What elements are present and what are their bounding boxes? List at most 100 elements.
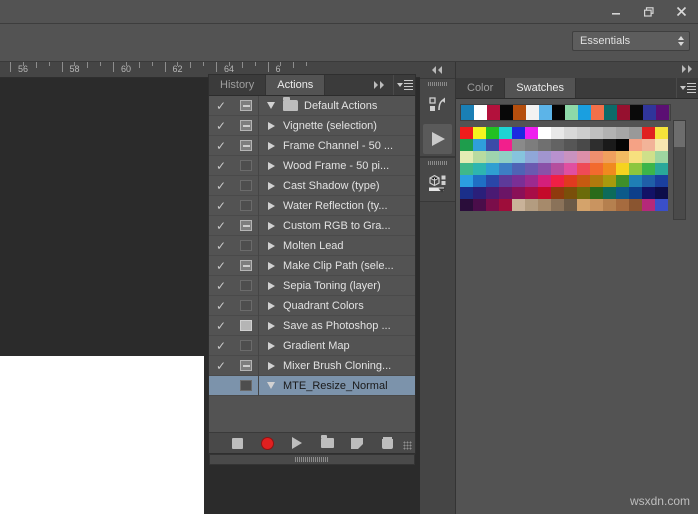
color-swatch[interactable] xyxy=(577,175,590,187)
color-swatch[interactable] xyxy=(499,199,512,211)
action-row[interactable]: ✓Water Reflection (ty... xyxy=(209,196,415,216)
modal-dialog-toggle[interactable] xyxy=(233,376,259,396)
color-swatch[interactable] xyxy=(499,175,512,187)
color-swatch[interactable] xyxy=(499,127,512,139)
color-swatch[interactable] xyxy=(564,175,577,187)
color-swatch[interactable] xyxy=(603,139,616,151)
color-swatch[interactable] xyxy=(551,127,564,139)
color-swatch[interactable] xyxy=(577,151,590,163)
recent-color-swatch[interactable] xyxy=(474,105,487,120)
dock-group-handle-2[interactable] xyxy=(420,158,455,167)
disclosure-triangle[interactable] xyxy=(259,362,283,370)
history-icon[interactable] xyxy=(420,88,455,122)
action-toggle-checkbox[interactable]: ✓ xyxy=(209,160,233,172)
color-swatch[interactable] xyxy=(460,199,473,211)
color-swatch[interactable] xyxy=(460,175,473,187)
color-swatch[interactable] xyxy=(577,127,590,139)
color-swatch[interactable] xyxy=(577,199,590,211)
color-swatch[interactable] xyxy=(473,175,486,187)
color-swatch[interactable] xyxy=(616,199,629,211)
close-button[interactable] xyxy=(665,0,698,23)
double-right-arrow-icon-2[interactable] xyxy=(678,65,694,75)
color-swatch[interactable] xyxy=(603,199,616,211)
color-swatch[interactable] xyxy=(642,199,655,211)
action-row[interactable]: ✓Quadrant Colors xyxy=(209,296,415,316)
color-swatch[interactable] xyxy=(551,175,564,187)
disclosure-triangle[interactable] xyxy=(259,302,283,310)
color-swatch[interactable] xyxy=(629,127,642,139)
color-swatch[interactable] xyxy=(473,151,486,163)
tab-swatches[interactable]: Swatches xyxy=(505,78,576,98)
color-swatch[interactable] xyxy=(538,187,551,199)
action-row[interactable]: ✓Default Actions xyxy=(209,96,415,116)
action-toggle-checkbox[interactable]: ✓ xyxy=(209,320,233,332)
action-row[interactable]: ✓Wood Frame - 50 pi... xyxy=(209,156,415,176)
color-swatch[interactable] xyxy=(460,127,473,139)
stop-button[interactable] xyxy=(229,436,245,451)
action-toggle-checkbox[interactable]: ✓ xyxy=(209,360,233,372)
color-swatch[interactable] xyxy=(538,175,551,187)
recent-color-swatch[interactable] xyxy=(461,105,474,120)
color-swatch[interactable] xyxy=(655,199,668,211)
color-swatch[interactable] xyxy=(512,151,525,163)
color-swatch[interactable] xyxy=(551,187,564,199)
panel-menu-icon[interactable] xyxy=(393,75,415,95)
color-swatch[interactable] xyxy=(473,127,486,139)
color-swatch[interactable] xyxy=(525,199,538,211)
color-swatch[interactable] xyxy=(486,175,499,187)
color-swatch[interactable] xyxy=(577,163,590,175)
action-row[interactable]: MTE_Resize_Normal xyxy=(209,376,415,396)
color-swatch[interactable] xyxy=(525,163,538,175)
color-swatch[interactable] xyxy=(551,199,564,211)
actions-list[interactable]: ✓Default Actions✓Vignette (selection)✓Fr… xyxy=(209,96,415,433)
disclosure-triangle[interactable] xyxy=(259,162,283,170)
color-swatch[interactable] xyxy=(655,127,668,139)
action-row[interactable]: ✓Frame Channel - 50 ... xyxy=(209,136,415,156)
modal-dialog-toggle[interactable] xyxy=(233,256,259,276)
modal-dialog-toggle[interactable] xyxy=(233,236,259,256)
action-row[interactable]: ✓Vignette (selection) xyxy=(209,116,415,136)
action-row[interactable]: ✓Make Clip Path (sele... xyxy=(209,256,415,276)
color-swatch[interactable] xyxy=(538,163,551,175)
color-swatch[interactable] xyxy=(512,139,525,151)
tab-actions[interactable]: Actions xyxy=(266,75,325,95)
color-swatch[interactable] xyxy=(538,151,551,163)
tab-history[interactable]: History xyxy=(209,75,266,95)
color-swatch[interactable] xyxy=(486,199,499,211)
modal-dialog-toggle[interactable] xyxy=(233,316,259,336)
recent-color-swatch[interactable] xyxy=(539,105,552,120)
swatch-grid[interactable] xyxy=(460,127,671,211)
color-swatch[interactable] xyxy=(590,139,603,151)
color-swatch[interactable] xyxy=(499,151,512,163)
color-swatch[interactable] xyxy=(564,127,577,139)
action-row[interactable]: ✓Cast Shadow (type) xyxy=(209,176,415,196)
color-swatch[interactable] xyxy=(629,139,642,151)
disclosure-triangle[interactable] xyxy=(259,342,283,350)
modal-dialog-toggle[interactable] xyxy=(233,336,259,356)
color-swatch[interactable] xyxy=(525,175,538,187)
action-row[interactable]: ✓Gradient Map xyxy=(209,336,415,356)
disclosure-triangle[interactable] xyxy=(259,242,283,250)
color-swatch[interactable] xyxy=(577,187,590,199)
action-toggle-checkbox[interactable]: ✓ xyxy=(209,340,233,352)
modal-dialog-toggle[interactable] xyxy=(233,136,259,156)
swatches-panel-handle[interactable] xyxy=(456,62,698,78)
actions-play-icon[interactable] xyxy=(423,124,452,154)
action-row[interactable]: ✓Sepia Toning (layer) xyxy=(209,276,415,296)
color-swatch[interactable] xyxy=(538,127,551,139)
color-swatch[interactable] xyxy=(486,163,499,175)
color-swatch[interactable] xyxy=(473,187,486,199)
action-toggle-checkbox[interactable]: ✓ xyxy=(209,120,233,132)
color-swatch[interactable] xyxy=(603,187,616,199)
disclosure-triangle[interactable] xyxy=(259,182,283,190)
color-swatch[interactable] xyxy=(499,163,512,175)
color-swatch[interactable] xyxy=(564,139,577,151)
action-row[interactable]: ✓Mixer Brush Cloning... xyxy=(209,356,415,376)
action-toggle-checkbox[interactable]: ✓ xyxy=(209,140,233,152)
action-toggle-checkbox[interactable]: ✓ xyxy=(209,220,233,232)
action-toggle-checkbox[interactable]: ✓ xyxy=(209,180,233,192)
disclosure-triangle[interactable] xyxy=(259,122,283,130)
disclosure-triangle[interactable] xyxy=(259,222,283,230)
tab-color[interactable]: Color xyxy=(456,78,505,98)
color-swatch[interactable] xyxy=(525,151,538,163)
